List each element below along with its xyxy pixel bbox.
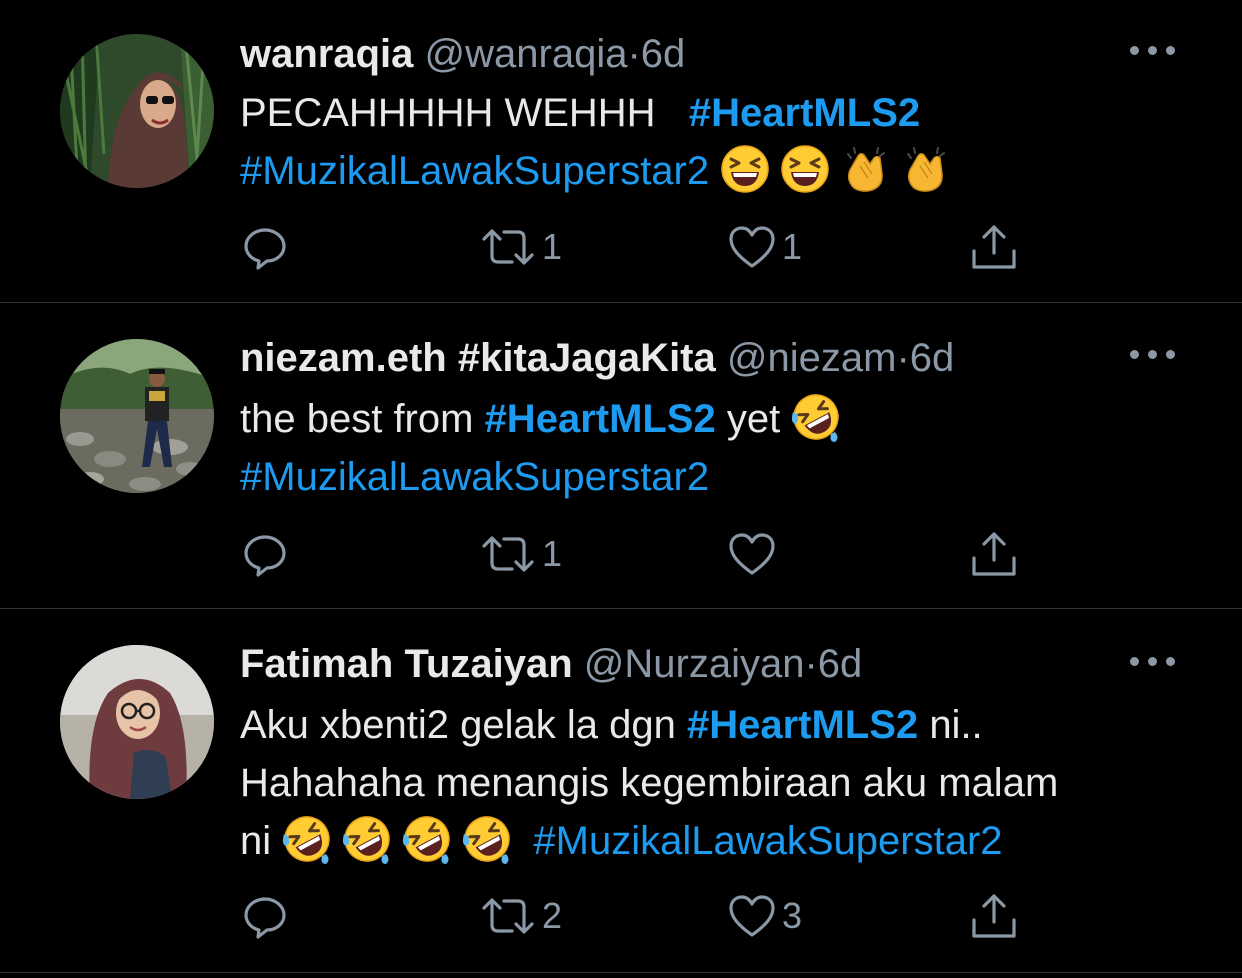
reply-icon [244,535,286,577]
reply-icon [244,228,286,270]
divider [0,972,1242,973]
author-name[interactable]: niezam.eth #kitaJagaKita [240,336,716,380]
share-button[interactable] [970,891,1018,941]
hashtag-link[interactable]: #HeartMLS2 [687,703,918,747]
like-count: 3 [782,895,803,936]
tweet-text-segment: the best from [240,397,474,441]
tweet[interactable]: wanraqia @wanraqia·6d PECAHHHHH WEHHH #H… [0,0,1242,302]
tweet-header: wanraqia @wanraqia·6d [240,30,685,78]
tweet-actions: 2 3 [240,891,1040,941]
like-button[interactable]: 1 [728,222,802,272]
tweet-actions: 1 [240,529,1040,579]
timestamp[interactable]: 6d [910,336,955,380]
share-button[interactable] [970,222,1018,272]
like-button[interactable]: 3 [728,891,802,941]
tweet-text-segment: ni [240,819,272,863]
rolling-on-floor-laughing-emoji [791,392,842,442]
tweet-text: PECAHHHHH WEHHH #HeartMLS2 #MuzikalLawak… [240,84,1200,200]
share-icon [972,532,1016,576]
retweet-icon [482,229,534,265]
share-icon [972,894,1016,938]
separator-dot: · [896,336,910,380]
more-icon[interactable] [1130,350,1176,362]
rolling-on-floor-laughing-emoji [462,814,513,864]
share-icon [972,225,1016,269]
more-icon[interactable] [1130,46,1176,58]
rolling-on-floor-laughing-emoji [342,814,393,864]
retweet-button[interactable]: 2 [480,891,562,941]
tweet-text-segment: Aku xbenti2 gelak la dgn [240,703,676,747]
tweet-text-segment: PECAHHHHH WEHHH [240,91,656,135]
hashtag-link[interactable]: #HeartMLS2 [689,91,920,135]
heart-icon [729,533,775,575]
author-handle[interactable]: @niezam [727,336,897,380]
retweet-button[interactable]: 1 [480,222,562,272]
author-handle[interactable]: @Nurzaiyan [584,642,805,686]
clapping-hands-emoji [900,144,950,194]
author-name[interactable]: wanraqia [240,32,413,76]
grinning-squinting-face-emoji [720,144,770,194]
rolling-on-floor-laughing-emoji [402,814,453,864]
reply-button[interactable] [242,222,288,272]
timestamp[interactable]: 6d [818,642,863,686]
timestamp[interactable]: 6d [641,32,686,76]
avatar[interactable] [60,339,214,493]
rolling-on-floor-laughing-emoji [282,814,333,864]
hashtag-link[interactable]: #MuzikalLawakSuperstar2 [240,455,709,499]
tweet[interactable]: niezam.eth #kitaJagaKita @niezam·6d the … [0,303,1242,608]
share-button[interactable] [970,529,1018,579]
heart-icon [729,226,775,268]
like-count: 1 [782,226,803,267]
tweet-text: the best from #HeartMLS2 yet #MuzikalLaw… [240,390,1200,506]
tweet[interactable]: Fatimah Tuzaiyan @Nurzaiyan·6d Aku xbent… [0,609,1242,978]
clapping-hands-emoji [840,144,890,194]
avatar[interactable] [60,34,214,188]
grinning-squinting-face-emoji [780,144,830,194]
reply-button[interactable] [242,891,288,941]
tweet-text-segment: ni.. [929,703,983,747]
hashtag-link[interactable]: #HeartMLS2 [485,397,716,441]
heart-icon [729,895,775,937]
tweet-text-segment: yet [726,397,781,441]
separator-dot: · [627,32,641,76]
author-name[interactable]: Fatimah Tuzaiyan [240,642,573,686]
separator-dot: · [804,642,818,686]
tweet-header: Fatimah Tuzaiyan @Nurzaiyan·6d [240,640,862,688]
retweet-count: 2 [542,895,563,936]
more-icon[interactable] [1130,657,1176,669]
like-button[interactable] [728,529,782,579]
retweet-icon [482,898,534,934]
hashtag-link[interactable]: #MuzikalLawakSuperstar2 [533,819,1002,863]
hashtag-link[interactable]: #MuzikalLawakSuperstar2 [240,149,709,193]
retweet-count: 1 [542,226,563,267]
retweet-count: 1 [542,533,563,574]
tweet-text: Aku xbenti2 gelak la dgn #HeartMLS2 ni..… [240,696,1200,870]
retweet-button[interactable]: 1 [480,529,562,579]
reply-button[interactable] [242,529,288,579]
tweet-actions: 1 1 [240,222,1040,272]
avatar[interactable] [60,645,214,799]
retweet-icon [482,536,534,572]
tweet-header: niezam.eth #kitaJagaKita @niezam·6d [240,334,954,382]
tweet-text-segment: Hahahaha menangis kegembiraan aku malam [240,761,1059,805]
author-handle[interactable]: @wanraqia [425,32,628,76]
reply-icon [244,897,286,939]
